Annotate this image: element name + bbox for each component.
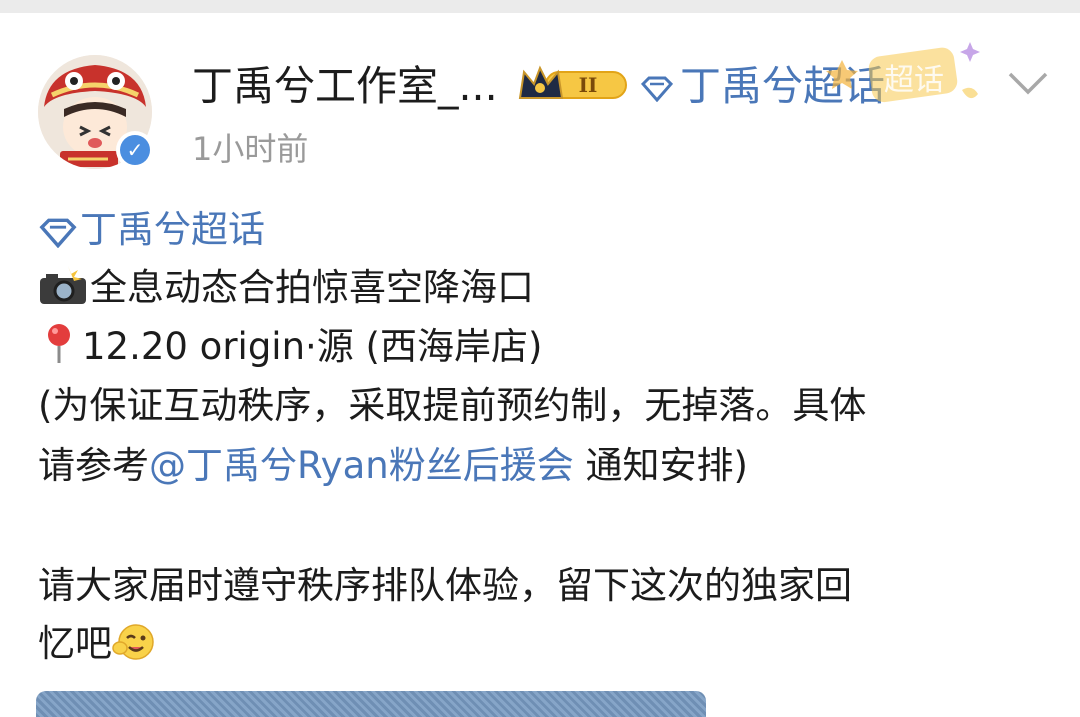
- post-line-5: 请大家届时遵守秩序排队体验，留下这次的独家回: [38, 564, 852, 607]
- svg-text:超话: 超话: [884, 63, 944, 98]
- post-line-6: 忆吧: [38, 614, 158, 674]
- post-line-1-text: 全息动态合拍惊喜空降海口: [90, 266, 534, 309]
- status-bar-edge: [0, 0, 1080, 13]
- post-line-4: 请参考@丁禹兮Ryan粉丝后援会 通知安排): [38, 436, 748, 496]
- badge-level: II: [579, 73, 598, 97]
- username[interactable]: 丁禹兮工作室_...: [192, 60, 498, 112]
- camera-flash-icon: [40, 266, 86, 304]
- topic-sticker-icon: 超话: [826, 42, 980, 103]
- post-image-preview[interactable]: [36, 691, 706, 717]
- post-line-1: 全息动态合拍惊喜空降海口: [38, 258, 534, 318]
- post-line-3: (为保证互动秩序，采取提前预约制，无掉落。具体: [38, 384, 867, 427]
- diamond-icon: [39, 218, 77, 248]
- post-topic-tag[interactable]: 丁禹兮超话: [38, 200, 265, 260]
- checkmark-icon: ✓: [120, 135, 150, 165]
- post-line-4-suffix: 通知安排): [573, 444, 748, 487]
- post-line-6-text: 忆吧: [38, 622, 112, 665]
- wink-emoji-icon: [112, 624, 154, 660]
- post-line-4-prefix: 请参考: [38, 444, 149, 487]
- post-topic-tag-label: 丁禹兮超话: [80, 208, 265, 251]
- mention-link[interactable]: @丁禹兮Ryan粉丝后援会: [149, 444, 574, 487]
- post-line-2: 12.20 origin·源 (西海岸店): [38, 317, 542, 377]
- post-line-2-text: 12.20 origin·源 (西海岸店): [82, 325, 543, 368]
- post-timestamp: 1小时前: [192, 130, 309, 168]
- location-pin-icon: [48, 324, 70, 363]
- verified-badge: ✓: [116, 131, 154, 169]
- diamond-icon: [640, 76, 674, 102]
- crown-level-badge-icon[interactable]: II: [516, 62, 628, 106]
- chevron-down-icon[interactable]: [1004, 68, 1052, 98]
